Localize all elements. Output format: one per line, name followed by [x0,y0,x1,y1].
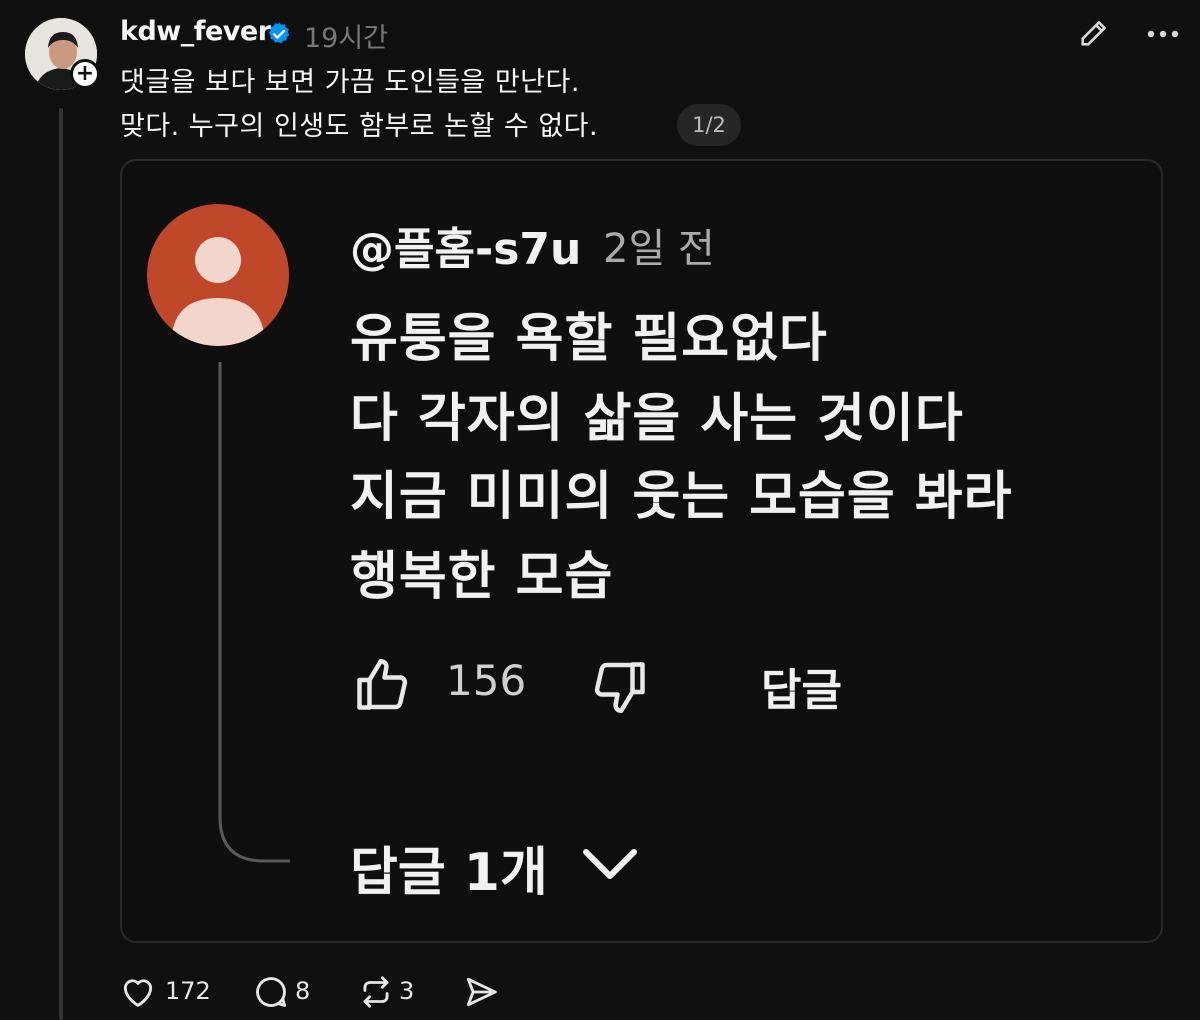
comment-handle: @플홈-s7u [350,224,582,275]
comment-like-count: 156 [446,656,527,705]
like-count: 172 [165,977,211,1005]
more-icon[interactable] [1143,24,1183,44]
comment-replies-label: 답글 1개 [350,843,548,903]
verified-badge-icon [268,22,290,44]
follow-plus-icon[interactable]: + [70,59,100,89]
comment-line: 다 각자의 삶을 사는 것이다 [350,389,964,449]
comment-line: 지금 미미의 웃는 모습을 봐라 [350,467,1013,527]
timestamp: 19시간 [304,23,389,54]
comment-icon[interactable] [252,973,290,1011]
page-indicator: 1/2 [677,104,741,146]
thread-line [59,108,63,1020]
comment-count: 8 [295,977,311,1005]
post-text-line: 댓글을 보다 보면 가끔 도인들을 만난다. [120,67,580,98]
repost-icon[interactable] [357,973,395,1011]
comment-line: 행복한 모습 [350,547,614,607]
thumbs-down-icon [594,662,645,713]
comment-avatar [147,204,289,346]
post-text-line: 맞다. 누구의 인생도 함부로 논할 수 없다. [120,111,599,142]
comment-line: 유퉁을 욕할 필요없다 [350,309,828,369]
repost-count: 3 [399,977,415,1005]
edit-icon[interactable] [1077,16,1111,50]
comment-reply-label: 답글 [761,665,842,716]
reply-thread-curve [218,362,290,863]
chevron-down-icon [583,849,637,879]
username[interactable]: kdw_fever [120,16,271,47]
share-icon[interactable] [462,973,500,1011]
comment-time: 2일 전 [603,226,715,272]
heart-icon[interactable] [119,973,157,1011]
thumbs-up-icon [357,659,408,710]
